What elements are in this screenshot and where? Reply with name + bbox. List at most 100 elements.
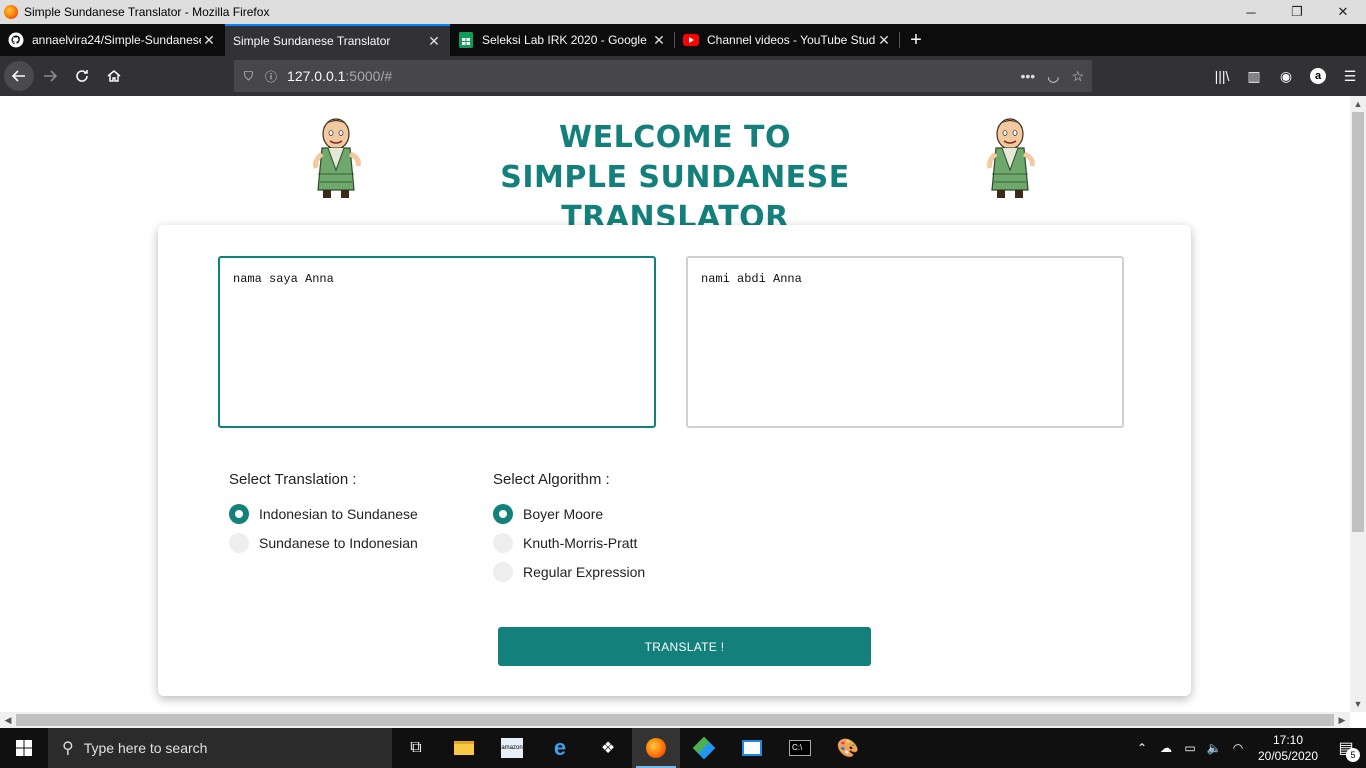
taskbar-clock[interactable]: 17:10 20/05/2020 bbox=[1250, 732, 1326, 764]
close-tab-icon[interactable]: ✕ bbox=[201, 32, 217, 49]
show-hidden-icons-chevron-icon[interactable]: ⌃ bbox=[1130, 741, 1154, 755]
windows-logo-icon bbox=[16, 740, 32, 756]
action-center-button[interactable]: ▤ 5 bbox=[1326, 728, 1366, 768]
terminal-icon[interactable]: C:\ bbox=[776, 728, 824, 768]
radio-unchecked-icon bbox=[493, 562, 513, 582]
tab-google-sheets[interactable]: Seleksi Lab IRK 2020 - Google Sheets ✕ bbox=[450, 24, 675, 56]
url-path: :5000/# bbox=[345, 68, 393, 84]
paint-icon[interactable]: 🎨 bbox=[824, 728, 872, 768]
back-arrow-icon bbox=[11, 70, 25, 82]
clock-date: 20/05/2020 bbox=[1257, 749, 1319, 763]
url-bar[interactable]: ⛉ ⓘ 127.0.0.1:5000/# ••• ◡ ☆ bbox=[234, 60, 1092, 92]
close-window-button[interactable]: ✕ bbox=[1320, 0, 1366, 24]
amazon-app-icon[interactable]: amazon bbox=[488, 728, 536, 768]
tab-title: Seleksi Lab IRK 2020 - Google Sheets bbox=[482, 33, 651, 47]
translator-card: nama saya Anna nami abdi Anna Select Tra… bbox=[158, 225, 1191, 696]
reload-icon bbox=[76, 70, 88, 82]
wifi-icon[interactable]: ◠ bbox=[1226, 741, 1250, 755]
home-icon bbox=[107, 70, 121, 82]
tracking-protection-shield-icon[interactable]: ⛉ bbox=[244, 69, 253, 84]
radio-label: Boyer Moore bbox=[523, 506, 604, 522]
scroll-left-icon[interactable]: ◀ bbox=[0, 712, 16, 728]
window-title: Simple Sundanese Translator - Mozilla Fi… bbox=[24, 5, 270, 19]
url-host: 127.0.0.1 bbox=[287, 68, 346, 84]
close-tab-icon[interactable]: ✕ bbox=[876, 32, 892, 49]
network-app-icon[interactable] bbox=[728, 728, 776, 768]
search-icon: ⚲ bbox=[62, 740, 74, 757]
translate-button[interactable]: TRANSLATE ! bbox=[498, 627, 871, 666]
page-header: WELCOME TO SIMPLE SUNDANESE TRANSLATOR bbox=[0, 96, 1350, 235]
edge-browser-icon[interactable]: e bbox=[536, 728, 584, 768]
system-tray: ⌃ ☁ ▭ 🔈 ◠ 17:10 20/05/2020 ▤ 5 bbox=[1130, 728, 1366, 768]
vertical-scrollbar[interactable]: ▲ ▼ bbox=[1350, 96, 1366, 712]
menu-icon[interactable]: ☰ bbox=[1334, 60, 1366, 92]
github-icon bbox=[8, 32, 24, 48]
window-title-bar: Simple Sundanese Translator - Mozilla Fi… bbox=[0, 0, 1366, 24]
algorithm-group-label: Select Algorithm : bbox=[493, 471, 610, 488]
radio-regular-expression[interactable]: Regular Expression bbox=[493, 562, 645, 582]
radio-knuth-morris-pratt[interactable]: Knuth-Morris-Pratt bbox=[493, 533, 637, 553]
onedrive-cloud-icon[interactable]: ☁ bbox=[1154, 741, 1178, 755]
close-tab-icon[interactable]: ✕ bbox=[651, 32, 667, 49]
horizontal-scroll-thumb[interactable] bbox=[16, 714, 1334, 726]
source-text-input[interactable]: nama saya Anna bbox=[218, 256, 656, 428]
account-icon[interactable]: ◉ bbox=[1270, 60, 1302, 92]
task-view-icon[interactable]: ⧉ bbox=[392, 728, 440, 768]
forward-arrow-icon bbox=[44, 70, 58, 82]
translation-output[interactable]: nami abdi Anna bbox=[686, 256, 1124, 428]
radio-checked-icon bbox=[229, 504, 249, 524]
bookmark-star-icon[interactable]: ☆ bbox=[1071, 68, 1084, 85]
pocket-icon[interactable]: ◡ bbox=[1047, 68, 1059, 85]
youtube-icon bbox=[683, 32, 699, 48]
dropbox-icon[interactable]: ❖ bbox=[584, 728, 632, 768]
start-button[interactable] bbox=[0, 728, 48, 768]
scroll-up-icon[interactable]: ▲ bbox=[1350, 96, 1366, 112]
radio-sundanese-to-indonesian[interactable]: Sundanese to Indonesian bbox=[229, 533, 418, 553]
scroll-down-icon[interactable]: ▼ bbox=[1350, 696, 1366, 712]
new-tab-button[interactable]: + bbox=[900, 24, 932, 56]
radio-boyer-moore[interactable]: Boyer Moore bbox=[493, 504, 603, 524]
clock-time: 17:10 bbox=[1272, 733, 1304, 747]
sidebar-icon[interactable]: ▥ bbox=[1238, 60, 1270, 92]
forward-button[interactable] bbox=[34, 60, 66, 92]
minimize-button[interactable]: ─ bbox=[1228, 0, 1274, 24]
site-info-icon[interactable]: ⓘ bbox=[265, 68, 277, 85]
tab-translator[interactable]: Simple Sundanese Translator ✕ bbox=[225, 24, 450, 56]
reload-button[interactable] bbox=[66, 60, 98, 92]
battery-icon[interactable]: ▭ bbox=[1178, 741, 1202, 755]
radio-label: Indonesian to Sundanese bbox=[259, 506, 418, 522]
radio-label: Knuth-Morris-Pratt bbox=[523, 535, 638, 551]
scroll-right-icon[interactable]: ▶ bbox=[1334, 712, 1350, 728]
home-button[interactable] bbox=[98, 60, 130, 92]
vertical-scroll-thumb[interactable] bbox=[1352, 112, 1364, 532]
volume-icon[interactable]: 🔈 bbox=[1202, 741, 1226, 755]
git-kraken-icon[interactable] bbox=[680, 728, 728, 768]
page-title: WELCOME TO SIMPLE SUNDANESE TRANSLATOR bbox=[390, 118, 960, 238]
amazon-extension-icon[interactable]: a bbox=[1302, 60, 1334, 92]
firefox-taskbar-icon[interactable] bbox=[632, 728, 680, 768]
horizontal-scrollbar[interactable]: ◀ ▶ bbox=[0, 712, 1350, 728]
firefox-logo-icon bbox=[4, 5, 18, 19]
close-tab-icon[interactable]: ✕ bbox=[426, 33, 442, 50]
restore-button[interactable]: ❐ bbox=[1274, 0, 1320, 24]
tab-github[interactable]: annaelvira24/Simple-Sundanese ✕ bbox=[0, 24, 225, 56]
notification-count-badge: 5 bbox=[1346, 748, 1360, 762]
tab-strip: annaelvira24/Simple-Sundanese ✕ Simple S… bbox=[0, 24, 1366, 56]
library-icon[interactable]: |||\ bbox=[1206, 60, 1238, 92]
tab-title: annaelvira24/Simple-Sundanese bbox=[32, 33, 201, 47]
back-button[interactable] bbox=[4, 61, 34, 91]
file-explorer-icon[interactable] bbox=[440, 728, 488, 768]
radio-label: Regular Expression bbox=[523, 564, 646, 580]
sundanese-mascot-image bbox=[313, 118, 361, 198]
navigation-toolbar: ⛉ ⓘ 127.0.0.1:5000/# ••• ◡ ☆ |||\ ▥ ◉ a … bbox=[0, 56, 1366, 96]
translation-group-label: Select Translation : bbox=[229, 471, 357, 488]
taskbar-search-box[interactable]: ⚲ Type here to search bbox=[48, 728, 392, 768]
radio-label: Sundanese to Indonesian bbox=[259, 535, 418, 551]
radio-indonesian-to-sundanese[interactable]: Indonesian to Sundanese bbox=[229, 504, 418, 524]
tab-youtube-studio[interactable]: Channel videos - YouTube Studio ✕ bbox=[675, 24, 900, 56]
radio-unchecked-icon bbox=[229, 533, 249, 553]
page-title-line-1: WELCOME TO bbox=[559, 120, 791, 155]
tab-title: Channel videos - YouTube Studio bbox=[707, 33, 876, 47]
windows-taskbar: ⚲ Type here to search ⧉ amazon e ❖ C:\ 🎨… bbox=[0, 728, 1366, 768]
page-actions-icon[interactable]: ••• bbox=[1021, 68, 1036, 85]
